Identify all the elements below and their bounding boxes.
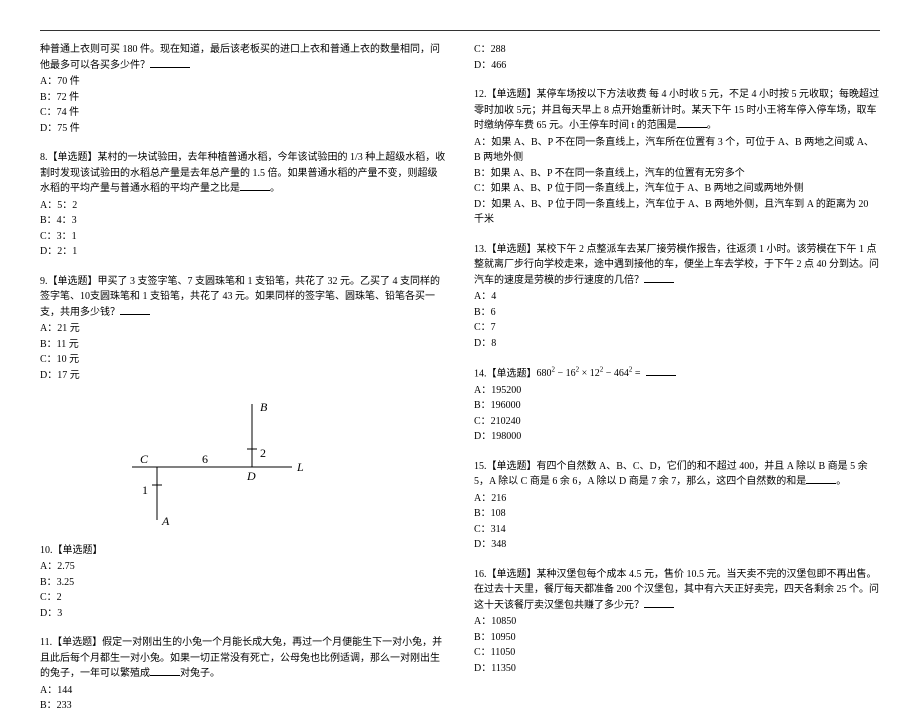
q16-stem-text: 16.【单选题】某种汉堡包每个成本 4.5 元，售价 10.5 元。当天卖不完的… xyxy=(474,569,879,611)
q7-opt-c: C：74 件 xyxy=(40,105,446,121)
q13-stem: 13.【单选题】某校下午 2 点整派车去某厂接劳模作报告，往返须 1 小时。该劳… xyxy=(474,242,880,289)
fig-label-a: A xyxy=(161,514,170,527)
q8-opt-d: D：2：1 xyxy=(40,244,446,260)
q12-opt-c: C：如果 A、B、P 位于同一条直线上，汽车位于 A、B 两地之间或两地外侧 xyxy=(474,181,880,197)
question-14: 14.【单选题】6802 − 162 × 122 − 4642 = A：1952… xyxy=(474,365,880,445)
q14-opt-b: B：196000 xyxy=(474,398,880,414)
q14-opt-d: D：198000 xyxy=(474,429,880,445)
top-rule xyxy=(40,30,880,31)
q16-opt-a: A：10850 xyxy=(474,614,880,630)
q13-opt-b: B：6 xyxy=(474,305,880,321)
q9-stem-text: 9.【单选题】甲买了 3 支签字笔、7 支圆珠笔和 1 支铅笔，共花了 32 元… xyxy=(40,276,440,318)
q12-stem: 12.【单选题】某停车场按以下方法收费 每 4 小时收 5 元，不足 4 小时按… xyxy=(474,87,880,134)
question-11-continued: C：288 D：466 xyxy=(474,42,880,73)
q15-opt-a: A：216 xyxy=(474,491,880,507)
q15-opt-c: C：314 xyxy=(474,522,880,538)
q12-opt-a: A：如果 A、B、P 不在同一条直线上，汽车所在位置有 3 个，可位于 A、B … xyxy=(474,135,880,166)
page-columns: 种普通上衣则可买 180 件。现在知道，最后该老板买的进口上衣和普通上衣的数量相… xyxy=(40,42,880,631)
q10-stem: 10.【单选题】 xyxy=(40,543,446,559)
q10-opt-c: C：2 xyxy=(40,590,446,606)
q12-opt-d: D：如果 A、B、P 位于同一条直线上，汽车位于 A、B 两地外侧，且汽车到 A… xyxy=(474,197,880,228)
left-column: 种普通上衣则可买 180 件。现在知道，最后该老板买的进口上衣和普通上衣的数量相… xyxy=(40,42,446,631)
q15-opt-d: D：348 xyxy=(474,537,880,553)
q8-opt-c: C：3：1 xyxy=(40,229,446,245)
figure-svg: B 2 C 6 D L 1 A xyxy=(122,397,312,527)
q11-blank xyxy=(150,666,180,676)
q8-opt-a: A：5：2 xyxy=(40,198,446,214)
q14-blank xyxy=(646,366,676,376)
q15-opt-b: B：108 xyxy=(474,506,880,522)
question-16: 16.【单选题】某种汉堡包每个成本 4.5 元，售价 10.5 元。当天卖不完的… xyxy=(474,567,880,677)
q9-opt-c: C：10 元 xyxy=(40,352,446,368)
fig-label-6: 6 xyxy=(202,452,208,466)
q7-opt-a: A：70 件 xyxy=(40,74,446,90)
q14-opt-c: C：210240 xyxy=(474,414,880,430)
q14-opt-a: A：195200 xyxy=(474,383,880,399)
fig-label-d: D xyxy=(246,469,256,483)
q11-opt-c: C：288 xyxy=(474,42,880,58)
q16-stem: 16.【单选题】某种汉堡包每个成本 4.5 元，售价 10.5 元。当天卖不完的… xyxy=(474,567,880,614)
q9-blank xyxy=(120,305,150,315)
q16-blank xyxy=(644,598,674,608)
q12-opt-b: B：如果 A、B、P 不在同一条直线上，汽车的位置有无穷多个 xyxy=(474,166,880,182)
right-column: C：288 D：466 12.【单选题】某停车场按以下方法收费 每 4 小时收 … xyxy=(474,42,880,631)
q10-opt-d: D：3 xyxy=(40,606,446,622)
geometry-figure: B 2 C 6 D L 1 A xyxy=(122,397,446,533)
fig-label-1: 1 xyxy=(142,483,148,497)
q7-stem-text: 种普通上衣则可买 180 件。现在知道，最后该老板买的进口上衣和普通上衣的数量相… xyxy=(40,44,440,71)
q14-formula: 6802 − 162 × 122 − 4642 = xyxy=(537,368,641,379)
question-9: 9.【单选题】甲买了 3 支签字笔、7 支圆珠笔和 1 支铅笔，共花了 32 元… xyxy=(40,274,446,384)
q14-stem: 14.【单选题】6802 − 162 × 122 − 4642 = xyxy=(474,365,880,382)
q16-opt-b: B：10950 xyxy=(474,630,880,646)
q11-opt-a: A：144 xyxy=(40,683,446,699)
q11-stem-text: 11.【单选题】假定一对刚出生的小兔一个月能长成大兔，再过一个月便能生下一对小兔… xyxy=(40,637,442,679)
q9-stem: 9.【单选题】甲买了 3 支签字笔、7 支圆珠笔和 1 支铅笔，共花了 32 元… xyxy=(40,274,446,321)
q7-blank xyxy=(150,58,190,68)
q16-opt-c: C：11050 xyxy=(474,645,880,661)
fig-label-l: L xyxy=(296,460,304,474)
question-8: 8.【单选题】某村的一块试验田，去年种植普通水稻，今年该试验田的 1/3 种上超… xyxy=(40,150,446,260)
fig-label-c: C xyxy=(140,452,149,466)
q9-opt-a: A：21 元 xyxy=(40,321,446,337)
question-10: 10.【单选题】 A：2.75 B：3.25 C：2 D：3 xyxy=(40,543,446,622)
q10-opt-b: B：3.25 xyxy=(40,575,446,591)
question-7-continued: 种普通上衣则可买 180 件。现在知道，最后该老板买的进口上衣和普通上衣的数量相… xyxy=(40,42,446,136)
q11-opt-b: B：233 xyxy=(40,698,446,714)
q13-opt-a: A：4 xyxy=(474,289,880,305)
q13-opt-c: C：7 xyxy=(474,320,880,336)
q11-stem: 11.【单选题】假定一对刚出生的小兔一个月能长成大兔，再过一个月便能生下一对小兔… xyxy=(40,635,446,682)
question-13: 13.【单选题】某校下午 2 点整派车去某厂接劳模作报告，往返须 1 小时。该劳… xyxy=(474,242,880,352)
question-15: 15.【单选题】有四个自然数 A、B、C、D，它们的和不超过 400，并且 A … xyxy=(474,459,880,553)
q8-opt-b: B：4：3 xyxy=(40,213,446,229)
q8-blank xyxy=(240,181,270,191)
q11-opt-d: D：466 xyxy=(474,58,880,74)
q12-blank xyxy=(677,118,707,128)
question-12: 12.【单选题】某停车场按以下方法收费 每 4 小时收 5 元，不足 4 小时按… xyxy=(474,87,880,228)
q9-opt-d: D：17 元 xyxy=(40,368,446,384)
q9-opt-b: B：11 元 xyxy=(40,337,446,353)
q11-stem-tail: 对兔子。 xyxy=(180,668,220,679)
q10-opt-a: A：2.75 xyxy=(40,559,446,575)
q7-opt-d: D：75 件 xyxy=(40,121,446,137)
fig-label-b: B xyxy=(260,400,268,414)
fig-label-2: 2 xyxy=(260,446,266,460)
q15-blank xyxy=(806,474,836,484)
q13-stem-text: 13.【单选题】某校下午 2 点整派车去某厂接劳模作报告，往返须 1 小时。该劳… xyxy=(474,244,879,286)
q8-stem: 8.【单选题】某村的一块试验田，去年种植普通水稻，今年该试验田的 1/3 种上超… xyxy=(40,150,446,197)
q14-prefix: 14.【单选题】 xyxy=(474,368,537,379)
q16-opt-d: D：11350 xyxy=(474,661,880,677)
q7-opt-b: B：72 件 xyxy=(40,90,446,106)
q15-stem: 15.【单选题】有四个自然数 A、B、C、D，它们的和不超过 400，并且 A … xyxy=(474,459,880,490)
q13-opt-d: D：8 xyxy=(474,336,880,352)
q13-blank xyxy=(644,273,674,283)
question-11: 11.【单选题】假定一对刚出生的小兔一个月能长成大兔，再过一个月便能生下一对小兔… xyxy=(40,635,446,714)
q7-stem: 种普通上衣则可买 180 件。现在知道，最后该老板买的进口上衣和普通上衣的数量相… xyxy=(40,42,446,73)
